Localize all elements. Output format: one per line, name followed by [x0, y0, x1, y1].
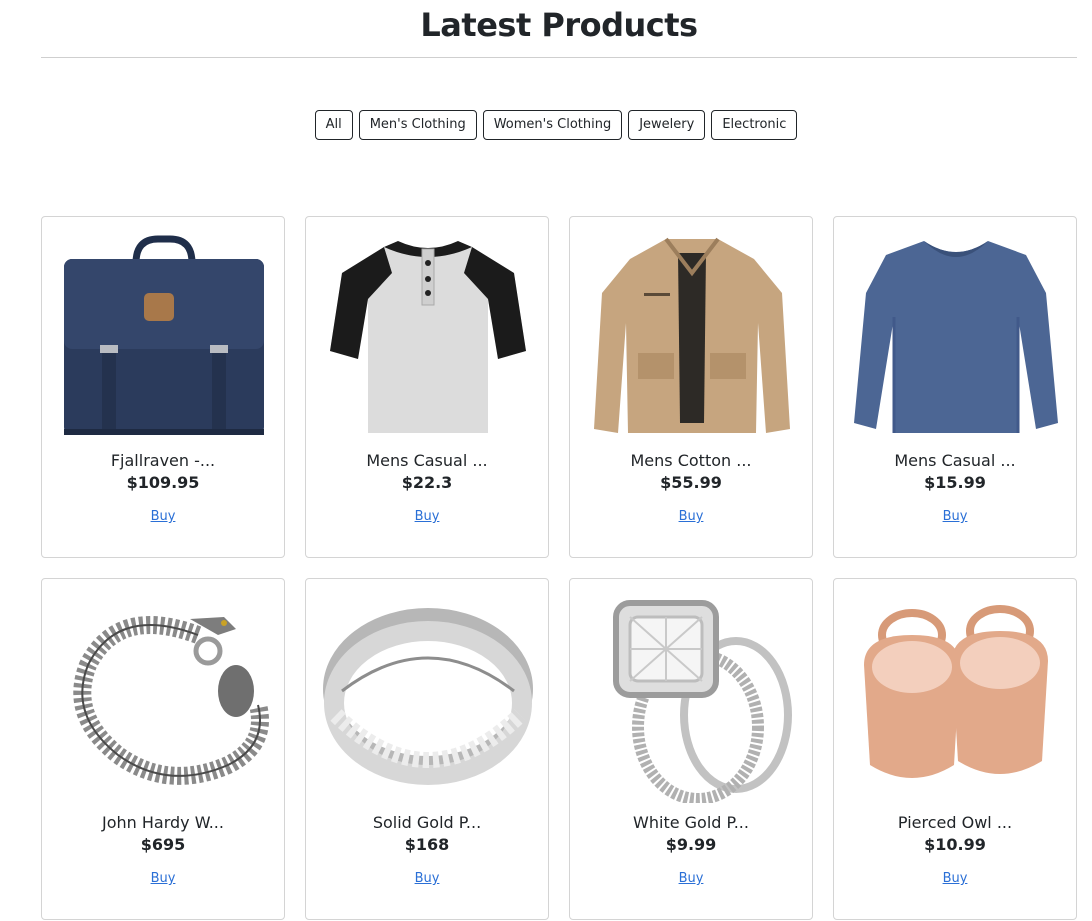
- buy-link[interactable]: Buy: [306, 871, 548, 886]
- product-title: Pierced Owl ...: [897, 813, 1013, 832]
- product-price: $10.99: [924, 835, 986, 854]
- product-price: $9.99: [665, 835, 717, 854]
- page-title: Latest Products: [420, 6, 698, 44]
- buy-link[interactable]: Buy: [570, 509, 812, 524]
- product-card: Mens Casual ... $15.99 Buy: [833, 216, 1077, 558]
- cotton-jacket-image: [586, 233, 798, 441]
- buy-link[interactable]: Buy: [570, 871, 812, 886]
- rose-gold-tunnel-plugs-image: [850, 595, 1062, 803]
- product-title: White Gold P...: [633, 813, 749, 832]
- product-card: Solid Gold P... $168 Buy: [305, 578, 549, 920]
- product-card: Mens Cotton ... $55.99 Buy: [569, 216, 813, 558]
- buy-link[interactable]: Buy: [42, 871, 284, 886]
- diamond-ring-image: [586, 595, 798, 803]
- product-card: John Hardy W... $695 Buy: [41, 578, 285, 920]
- product-title: Mens Casual ...: [366, 451, 488, 470]
- product-grid: Fjallraven -... $109.95 Buy Mens Casual …: [41, 216, 1077, 920]
- buy-link[interactable]: Buy: [306, 509, 548, 524]
- product-title: John Hardy W...: [102, 813, 224, 832]
- product-card: Pierced Owl ... $10.99 Buy: [833, 578, 1077, 920]
- raglan-tshirt-image: [322, 233, 534, 441]
- product-price: $22.3: [401, 473, 453, 492]
- product-price: $109.95: [126, 473, 200, 492]
- dragon-bracelet-image: [58, 595, 270, 803]
- product-card: Mens Casual ... $22.3 Buy: [305, 216, 549, 558]
- buy-link[interactable]: Buy: [42, 509, 284, 524]
- title-divider: [41, 57, 1077, 58]
- product-price: $55.99: [660, 473, 722, 492]
- product-title: Mens Casual ...: [894, 451, 1016, 470]
- product-title: Mens Cotton ...: [630, 451, 752, 470]
- product-price: $15.99: [924, 473, 986, 492]
- product-title: Fjallraven -...: [110, 451, 216, 470]
- buy-link[interactable]: Buy: [834, 871, 1076, 886]
- product-card: White Gold P... $9.99 Buy: [569, 578, 813, 920]
- filter-jewelery-button[interactable]: Jewelery: [628, 110, 706, 140]
- filter-mens-clothing-button[interactable]: Men's Clothing: [358, 110, 477, 140]
- filter-all-button[interactable]: All: [314, 110, 353, 140]
- filter-womens-clothing-button[interactable]: Women's Clothing: [482, 110, 623, 140]
- long-sleeve-shirt-image: [850, 233, 1062, 441]
- product-price: $168: [404, 835, 450, 854]
- product-title: Solid Gold P...: [372, 813, 482, 832]
- product-price: $695: [140, 835, 186, 854]
- buy-link[interactable]: Buy: [834, 509, 1076, 524]
- filter-electronic-button[interactable]: Electronic: [711, 110, 798, 140]
- backpack-image: [58, 233, 270, 441]
- category-filter-bar: All Men's Clothing Women's Clothing Jewe…: [0, 110, 1092, 140]
- product-card: Fjallraven -... $109.95 Buy: [41, 216, 285, 558]
- silver-band-ring-image: [322, 595, 534, 803]
